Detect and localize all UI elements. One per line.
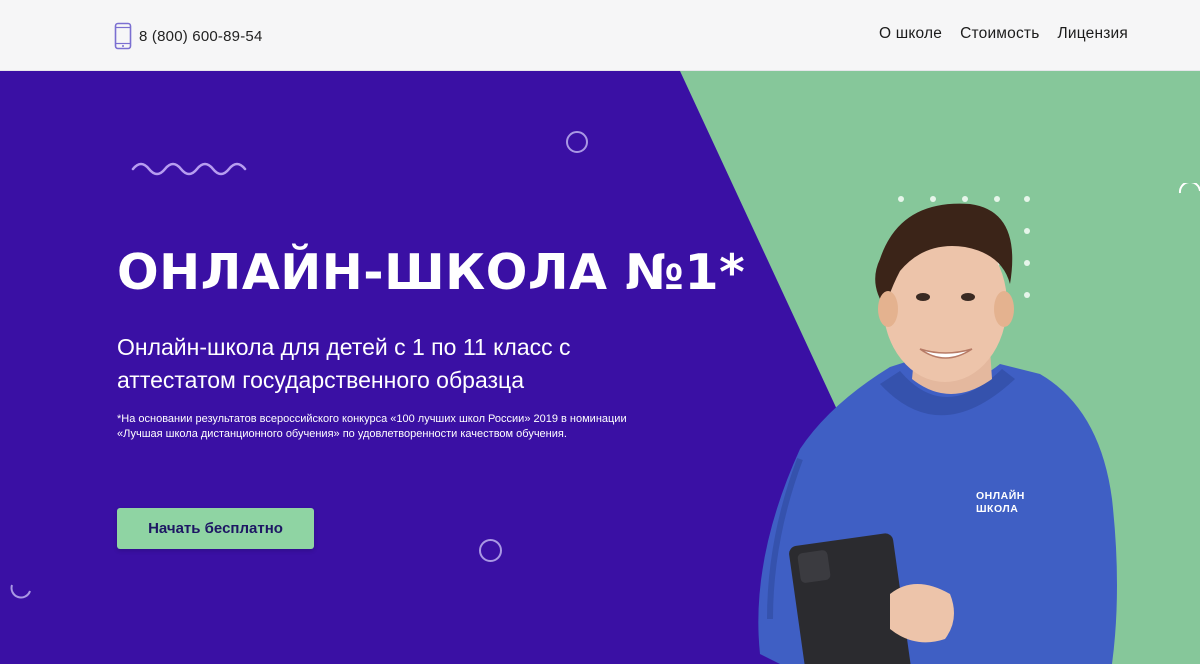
ring-decoration	[566, 131, 588, 153]
phone-contact[interactable]: 8 (800) 600-89-54	[114, 22, 262, 50]
arc-decoration	[1178, 183, 1200, 194]
nav-license[interactable]: Лицензия	[1058, 25, 1128, 43]
student-photo	[758, 203, 1117, 664]
hoodie-logo-text: ОНЛАЙН ШКОЛА	[976, 490, 1025, 515]
site-header: 8 (800) 600-89-54 О школе Стоимость Лице…	[0, 0, 1200, 71]
start-free-button[interactable]: Начать бесплатно	[117, 508, 314, 549]
hero-subtitle: Онлайн-школа для детей с 1 по 11 класс с…	[117, 334, 571, 393]
nav-pricing[interactable]: Стоимость	[960, 25, 1039, 43]
phone-icon	[114, 22, 132, 50]
arc-decoration	[10, 584, 31, 599]
ring-decoration	[479, 539, 502, 562]
nav-about[interactable]: О школе	[879, 25, 942, 43]
main-nav: О школе Стоимость Лицензия	[861, 25, 1128, 43]
page-title: ОНЛАЙН-ШКОЛА №1*	[117, 244, 746, 301]
hero-footnote: *На основании результатов всероссийского…	[117, 413, 627, 440]
phone-number[interactable]: 8 (800) 600-89-54	[139, 28, 262, 45]
hero-section: ОНЛАЙН-ШКОЛА №1* Онлайн-школа для детей …	[0, 71, 1200, 664]
wave-decoration	[131, 162, 247, 176]
